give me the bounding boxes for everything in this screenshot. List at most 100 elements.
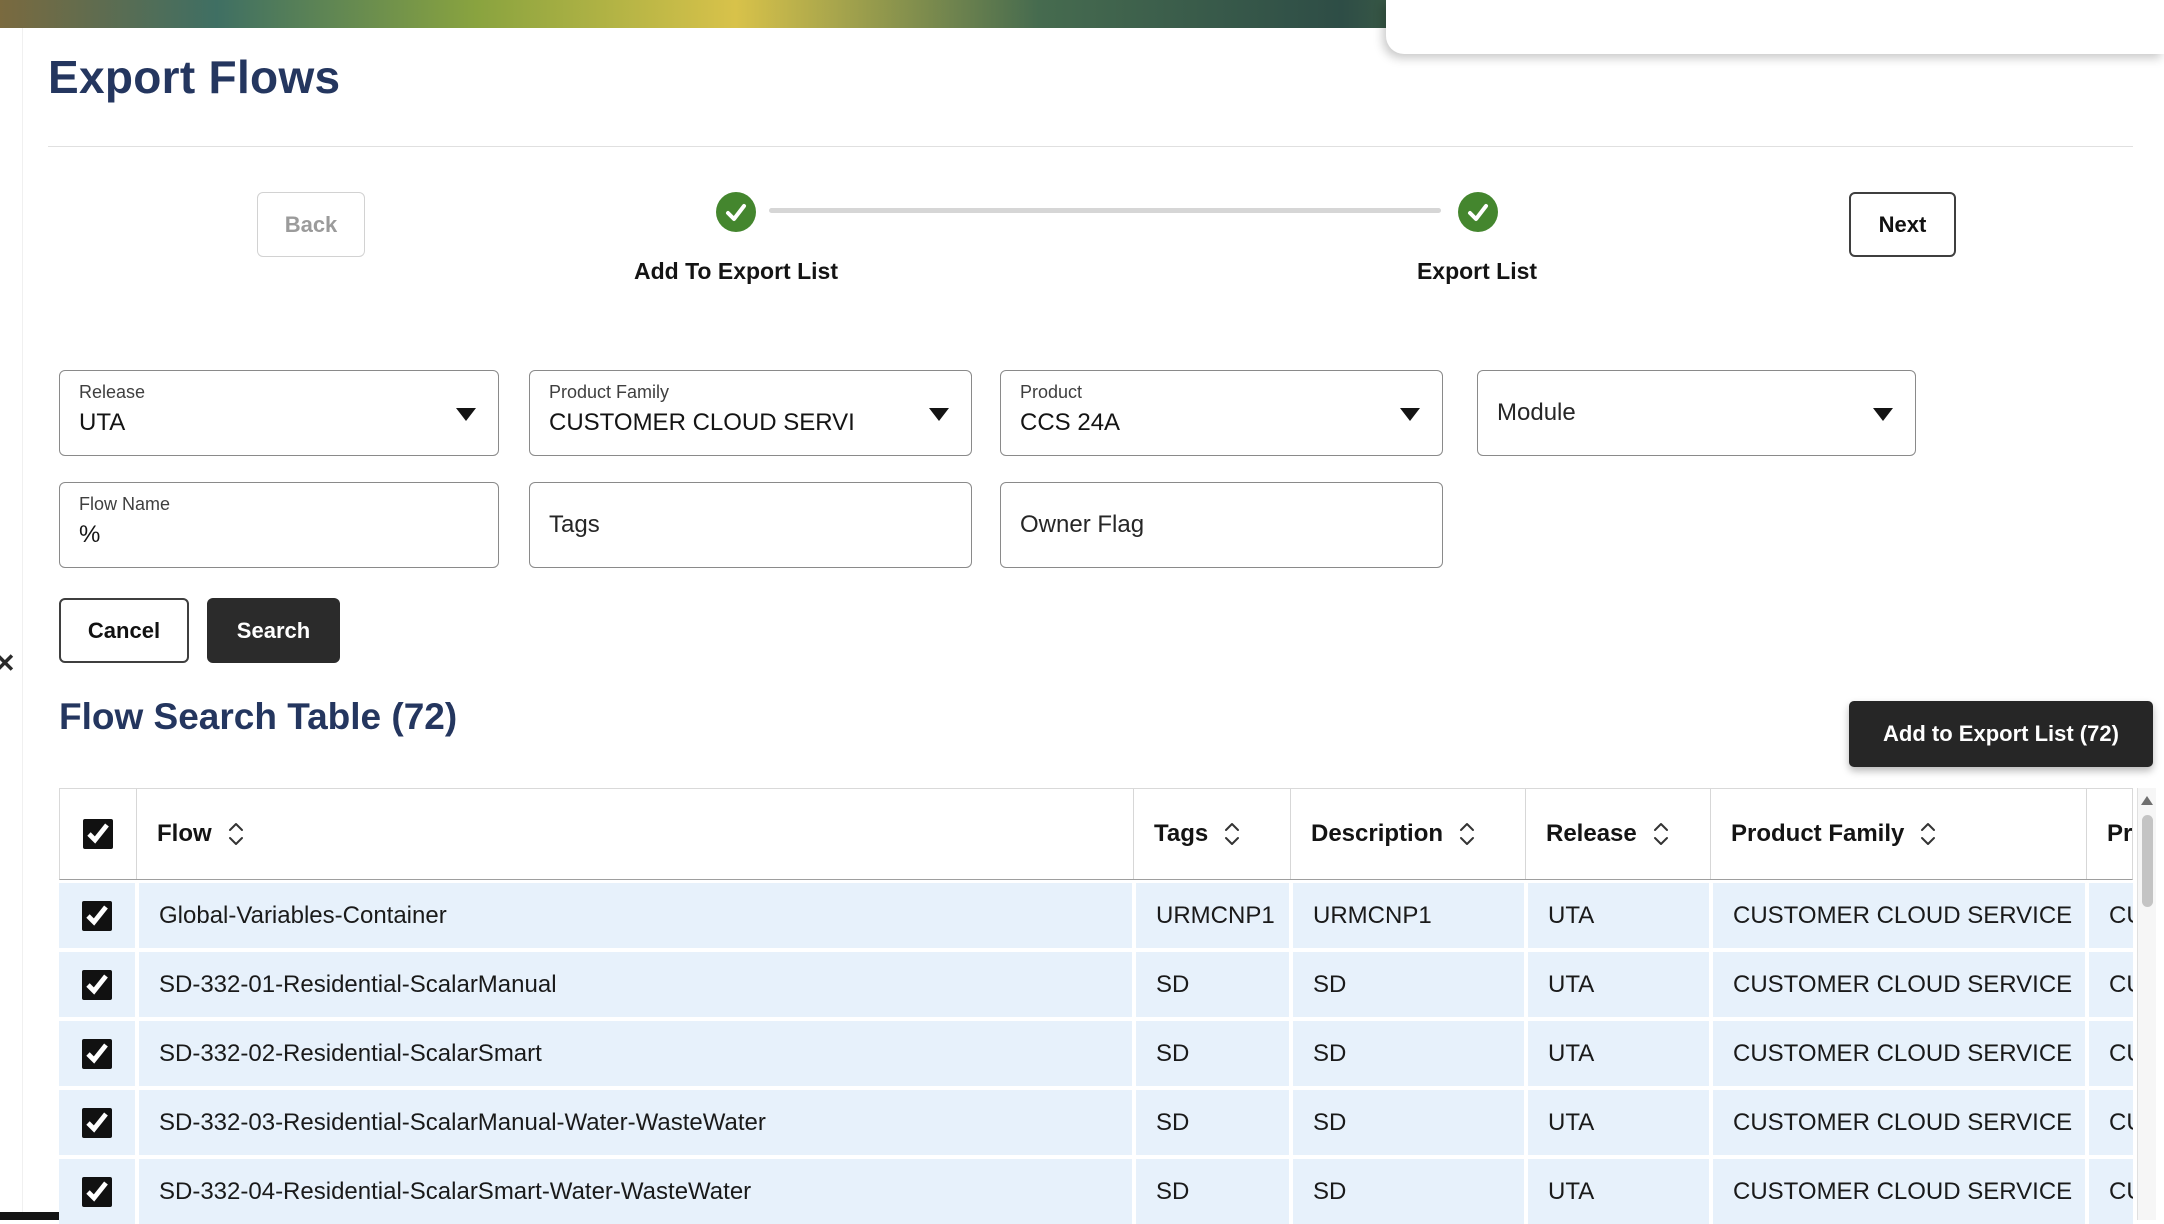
- add-to-export-list-button[interactable]: Add to Export List (72): [1849, 701, 2153, 767]
- column-label: Pro: [2107, 820, 2132, 848]
- cancel-button[interactable]: Cancel: [59, 598, 189, 663]
- flow-cell: SD-332-03-Residential-ScalarManual-Water…: [135, 1090, 1132, 1155]
- tags-cell: SD: [1132, 1021, 1289, 1086]
- description-cell: URMCNP1: [1289, 883, 1524, 948]
- results-title: Flow Search Table (72): [59, 696, 457, 738]
- tags-cell: URMCNP1: [1132, 883, 1289, 948]
- product-dropdown[interactable]: Product CCS 24A: [1000, 370, 1443, 456]
- description-cell: SD: [1289, 1021, 1524, 1086]
- step-label-add-to-export-list: Add To Export List: [634, 258, 838, 285]
- column-header-product[interactable]: Pro: [2086, 789, 2132, 879]
- sort-icon[interactable]: [1651, 820, 1671, 848]
- product-cell: CU: [2085, 1159, 2133, 1224]
- column-label: Tags: [1154, 820, 1208, 848]
- table-row[interactable]: SD-332-04-Residential-ScalarSmart-Water-…: [59, 1159, 2133, 1224]
- product-family-cell: CUSTOMER CLOUD SERVICE: [1709, 1159, 2085, 1224]
- title-divider: [48, 146, 2133, 147]
- scroll-up-icon[interactable]: [2141, 796, 2153, 805]
- release-label: Release: [79, 381, 438, 404]
- search-button[interactable]: Search: [207, 598, 340, 663]
- row-checkbox[interactable]: [82, 970, 112, 1000]
- column-header-flow[interactable]: Flow: [136, 789, 1133, 879]
- owner-flag-label: Owner Flag: [1020, 511, 1144, 539]
- table-row[interactable]: Global-Variables-Container URMCNP1 URMCN…: [59, 883, 2133, 948]
- sort-icon[interactable]: [1918, 820, 1938, 848]
- tags-label: Tags: [549, 511, 600, 539]
- column-header-product-family[interactable]: Product Family: [1710, 789, 2086, 879]
- select-all-checkbox[interactable]: [83, 819, 113, 849]
- table-row[interactable]: SD-332-02-Residential-ScalarSmart SD SD …: [59, 1021, 2133, 1086]
- description-cell: SD: [1289, 1090, 1524, 1155]
- product-cell: CU: [2085, 1021, 2133, 1086]
- chevron-down-icon: [929, 408, 949, 421]
- row-checkbox[interactable]: [82, 901, 112, 931]
- flow-cell: SD-332-01-Residential-ScalarManual: [135, 952, 1132, 1017]
- row-select-cell: [59, 952, 135, 1017]
- check-icon: [1465, 199, 1491, 225]
- column-label: Description: [1311, 820, 1443, 848]
- column-label: Flow: [157, 820, 212, 848]
- flow-name-field[interactable]: Flow Name %: [59, 482, 499, 568]
- product-family-label: Product Family: [549, 381, 911, 404]
- product-family-cell: CUSTOMER CLOUD SERVICE: [1709, 1021, 2085, 1086]
- description-cell: SD: [1289, 1159, 1524, 1224]
- tags-cell: SD: [1132, 1159, 1289, 1224]
- overlay-card-corner: [1386, 0, 2164, 54]
- chevron-down-icon: [1400, 408, 1420, 421]
- product-cell: CU: [2085, 1090, 2133, 1155]
- column-header-description[interactable]: Description: [1290, 789, 1525, 879]
- product-family-cell: CUSTOMER CLOUD SERVICE: [1709, 1090, 2085, 1155]
- release-cell: UTA: [1524, 1021, 1709, 1086]
- description-cell: SD: [1289, 952, 1524, 1017]
- flow-cell: SD-332-02-Residential-ScalarSmart: [135, 1021, 1132, 1086]
- table-header-row: Flow Tags Description Release Product Fa…: [59, 788, 2133, 880]
- tags-cell: SD: [1132, 1090, 1289, 1155]
- column-header-release[interactable]: Release: [1525, 789, 1710, 879]
- column-label: Release: [1546, 820, 1637, 848]
- left-gutter: [0, 28, 23, 1220]
- product-cell: CU: [2085, 883, 2133, 948]
- step-complete-icon: [716, 192, 756, 232]
- flow-name-label: Flow Name: [79, 493, 438, 516]
- flow-cell: SD-332-04-Residential-ScalarSmart-Water-…: [135, 1159, 1132, 1224]
- product-family-dropdown[interactable]: Product Family CUSTOMER CLOUD SERVI: [529, 370, 972, 456]
- row-checkbox[interactable]: [82, 1039, 112, 1069]
- row-select-cell: [59, 1021, 135, 1086]
- release-value: UTA: [79, 409, 438, 437]
- release-cell: UTA: [1524, 1159, 1709, 1224]
- column-header-tags[interactable]: Tags: [1133, 789, 1290, 879]
- product-family-value: CUSTOMER CLOUD SERVI: [549, 409, 911, 437]
- product-label: Product: [1020, 381, 1382, 404]
- flow-name-value: %: [79, 521, 438, 549]
- check-icon: [723, 199, 749, 225]
- flow-search-table: Flow Tags Description Release Product Fa…: [59, 788, 2133, 1224]
- stepper-progress-line: [769, 208, 1441, 213]
- page-title: Export Flows: [48, 50, 340, 104]
- panel-toggle-icon[interactable]: ✕: [0, 648, 16, 679]
- module-dropdown[interactable]: Module: [1477, 370, 1916, 456]
- next-button[interactable]: Next: [1849, 192, 1956, 257]
- sort-icon[interactable]: [226, 820, 246, 848]
- tags-cell: SD: [1132, 952, 1289, 1017]
- tags-field[interactable]: Tags: [529, 482, 972, 568]
- product-family-cell: CUSTOMER CLOUD SERVICE: [1709, 952, 2085, 1017]
- table-row[interactable]: SD-332-03-Residential-ScalarManual-Water…: [59, 1090, 2133, 1155]
- row-checkbox[interactable]: [82, 1177, 112, 1207]
- release-dropdown[interactable]: Release UTA: [59, 370, 499, 456]
- step-label-export-list: Export List: [1417, 258, 1537, 285]
- chevron-down-icon: [1873, 408, 1893, 421]
- chevron-down-icon: [456, 408, 476, 421]
- release-cell: UTA: [1524, 952, 1709, 1017]
- table-scrollbar[interactable]: [2137, 788, 2156, 1220]
- release-cell: UTA: [1524, 883, 1709, 948]
- row-select-cell: [59, 883, 135, 948]
- back-button[interactable]: Back: [257, 192, 365, 257]
- product-family-cell: CUSTOMER CLOUD SERVICE: [1709, 883, 2085, 948]
- product-value: CCS 24A: [1020, 409, 1382, 437]
- row-checkbox[interactable]: [82, 1108, 112, 1138]
- sort-icon[interactable]: [1222, 820, 1242, 848]
- sort-icon[interactable]: [1457, 820, 1477, 848]
- table-row[interactable]: SD-332-01-Residential-ScalarManual SD SD…: [59, 952, 2133, 1017]
- owner-flag-field[interactable]: Owner Flag: [1000, 482, 1443, 568]
- scrollbar-thumb[interactable]: [2142, 815, 2153, 907]
